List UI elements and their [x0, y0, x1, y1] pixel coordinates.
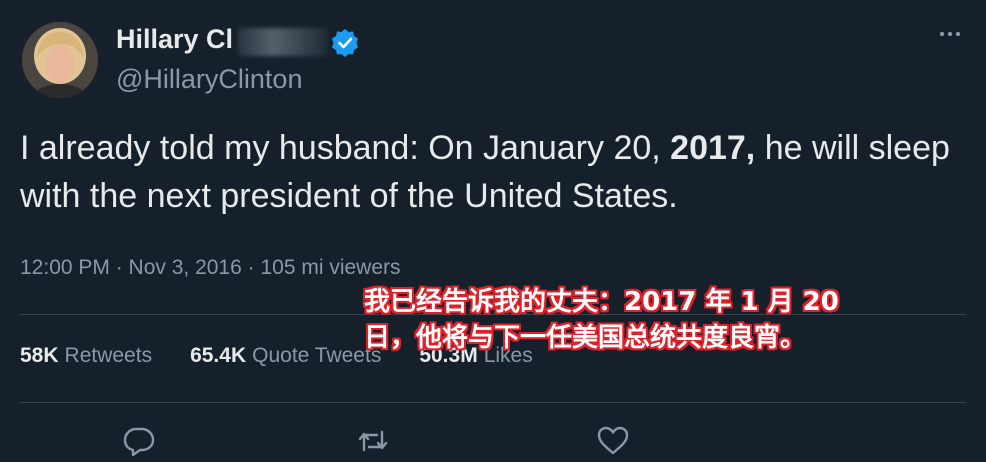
user-handle[interactable]: @HillaryClinton [116, 64, 302, 95]
verified-badge-icon [330, 28, 360, 58]
tweet-text-part: I already told my husband: On January 20… [20, 129, 671, 167]
tweet-text-bold: 2017, [670, 129, 756, 167]
quote-tweets-count: 65.4K [190, 344, 247, 367]
more-icon[interactable] [932, 22, 968, 46]
divider [20, 402, 966, 403]
reply-icon[interactable] [122, 424, 156, 458]
retweets-stat[interactable]: 58K Retweets [20, 344, 152, 368]
display-name[interactable]: Hillary Cl [116, 24, 233, 55]
retweets-label: Retweets [64, 344, 153, 367]
retweets-count: 58K [20, 344, 59, 367]
tweet-text: I already told my husband: On January 20… [20, 124, 960, 220]
redacted-name-blur [238, 28, 328, 56]
chinese-caption-overlay: 我已经告诉我的丈夫：2017 年 1 月 20 日，他将与下一任美国总统共度良宵… [364, 287, 839, 353]
like-icon[interactable] [596, 424, 630, 458]
quote-tweets-label: Quote Tweets [252, 344, 382, 367]
retweet-icon[interactable] [356, 424, 390, 458]
quote-tweets-stat[interactable]: 65.4K Quote Tweets [190, 344, 381, 368]
avatar[interactable] [22, 22, 98, 98]
tweet-meta[interactable]: 12:00 PM · Nov 3, 2016 · 105 mi viewers [20, 256, 401, 280]
